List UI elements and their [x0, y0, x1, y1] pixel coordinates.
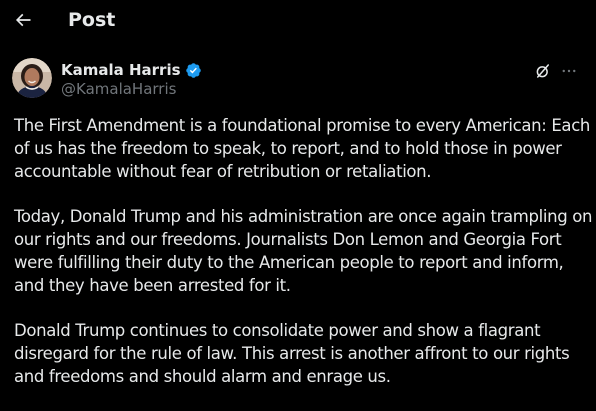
text-line: and they have been arrested for it.: [14, 275, 291, 295]
top-bar: Post: [0, 0, 596, 42]
back-button[interactable]: [8, 3, 38, 37]
avatar[interactable]: [12, 58, 52, 98]
more-options-button[interactable]: [558, 60, 580, 82]
author-name[interactable]: Kamala Harris: [61, 60, 181, 80]
text-line: disregard for the rule of law. This arre…: [14, 343, 570, 363]
author-name-row[interactable]: Kamala Harris: [61, 60, 202, 80]
text-line: of us has the freedom to speak, to repor…: [14, 138, 562, 158]
text-line: accountable without fear of retribution …: [14, 161, 432, 181]
tweet-text: The First Amendment is a foundational pr…: [14, 115, 593, 411]
verified-badge-icon[interactable]: [185, 62, 202, 79]
text-line: were fulfilling their duty to the Americ…: [14, 252, 564, 272]
grok-button[interactable]: [532, 60, 554, 82]
page-title: Post: [68, 9, 116, 31]
author-handle[interactable]: @KamalaHarris: [61, 80, 176, 99]
text-line: The First Amendment is a foundational pr…: [14, 116, 591, 135]
text-line: our rights and our freedoms. Journalists…: [14, 229, 562, 249]
text-line: Today, Donald Trump and his administrati…: [14, 207, 593, 227]
tweet-paragraph: Donald Trump continues to consolidate po…: [14, 320, 588, 388]
text-line: and freedoms and should alarm and enrage…: [14, 366, 391, 386]
tweet-paragraph: The First Amendment is a foundational pr…: [14, 115, 591, 183]
profile-photo: [12, 58, 52, 98]
more-horizontal-icon: [562, 69, 576, 73]
text-line: Donald Trump continues to consolidate po…: [14, 321, 541, 341]
tweet-paragraph: Today, Donald Trump and his administrati…: [14, 206, 593, 297]
arrow-left-icon: [15, 13, 31, 27]
grok-icon: [536, 64, 549, 78]
